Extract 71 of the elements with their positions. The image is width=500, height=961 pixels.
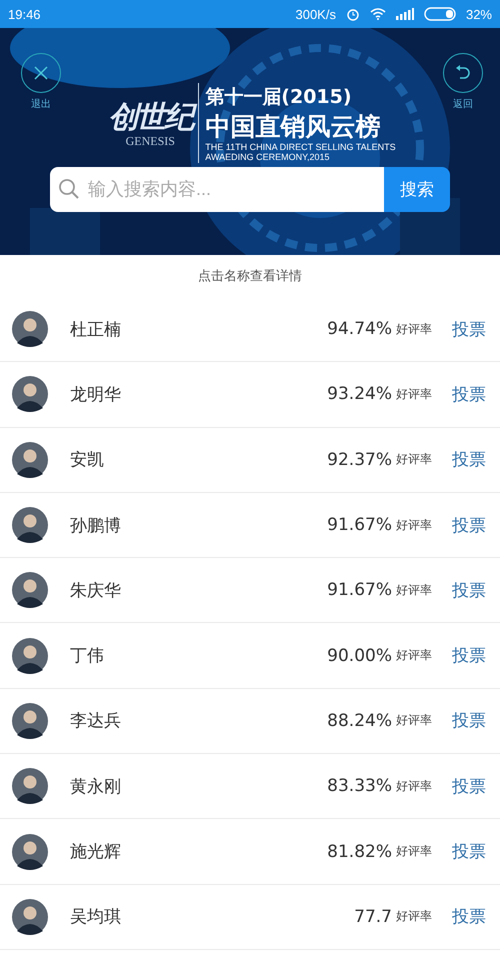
avatar bbox=[12, 572, 48, 608]
avatar bbox=[12, 898, 48, 935]
person-name[interactable]: 吴均琪 bbox=[70, 905, 354, 928]
person-name[interactable]: 龙明华 bbox=[70, 382, 328, 406]
person-name[interactable]: 丁伟 bbox=[70, 644, 328, 668]
vote-button[interactable]: 投票 bbox=[452, 774, 486, 798]
rating-value: 90.00% bbox=[327, 646, 392, 666]
edition-title: 第十一届(2015) bbox=[205, 84, 353, 110]
rating-value: 91.67% bbox=[327, 515, 392, 536]
vote-button[interactable]: 投票 bbox=[452, 840, 486, 864]
alarm-icon bbox=[346, 7, 360, 21]
banner-subtitle: AWAEDING CEREMONY,2015 bbox=[205, 152, 330, 162]
vote-button[interactable]: 投票 bbox=[452, 448, 486, 472]
rating-value: 93.24% bbox=[327, 384, 392, 404]
close-icon bbox=[33, 65, 49, 81]
avatar bbox=[12, 376, 48, 412]
search-field[interactable]: 输入搜索内容... bbox=[50, 167, 384, 212]
avatar bbox=[12, 507, 48, 544]
search-icon bbox=[58, 178, 80, 200]
avatar bbox=[12, 311, 48, 348]
logo-subtitle: GENESIS bbox=[126, 134, 175, 149]
wifi-icon bbox=[370, 8, 386, 20]
battery-percent: 32% bbox=[466, 6, 492, 22]
rating-label: 好评率 bbox=[396, 516, 432, 534]
person-name[interactable]: 黄永刚 bbox=[70, 774, 328, 798]
battery-icon bbox=[424, 7, 456, 21]
rating-label: 好评率 bbox=[396, 320, 432, 338]
vote-button[interactable]: 投票 bbox=[452, 514, 486, 537]
rating-value: 92.37% bbox=[327, 450, 392, 470]
avatar bbox=[12, 442, 48, 478]
rating-label: 好评率 bbox=[396, 712, 432, 730]
person-name[interactable]: 李达兵 bbox=[70, 709, 328, 732]
avatar bbox=[12, 638, 48, 674]
close-button[interactable] bbox=[21, 53, 61, 93]
rating-label: 好评率 bbox=[396, 451, 432, 468]
status-time: 19:46 bbox=[8, 6, 41, 22]
avatar bbox=[12, 702, 48, 739]
avatar bbox=[12, 768, 48, 804]
person-name[interactable]: 杜正楠 bbox=[70, 318, 328, 341]
person-name[interactable]: 施光辉 bbox=[70, 840, 328, 864]
avatar bbox=[12, 834, 48, 870]
vote-button[interactable]: 投票 bbox=[452, 905, 486, 928]
rating-label: 好评率 bbox=[396, 647, 432, 664]
vote-button[interactable]: 投票 bbox=[452, 578, 486, 602]
search-button[interactable]: 搜索 bbox=[384, 167, 450, 212]
exit-label: 退出 bbox=[31, 98, 51, 111]
banner-title: 中国直销风云榜 bbox=[205, 110, 382, 143]
vote-button[interactable]: 投票 bbox=[452, 709, 486, 732]
vote-button[interactable]: 投票 bbox=[452, 644, 486, 668]
rating-label: 好评率 bbox=[396, 908, 432, 926]
rating-value: 94.74% bbox=[327, 319, 392, 340]
person-name[interactable]: 孙鹏博 bbox=[70, 514, 328, 537]
rating-value: 77.7 bbox=[354, 906, 392, 927]
rating-value: 88.24% bbox=[327, 710, 392, 731]
back-label: 返回 bbox=[453, 98, 473, 111]
rating-value: 91.67% bbox=[327, 580, 392, 600]
back-button[interactable] bbox=[443, 53, 483, 93]
rating-label: 好评率 bbox=[396, 582, 432, 599]
rating-value: 83.33% bbox=[327, 776, 392, 796]
vote-button[interactable]: 投票 bbox=[452, 382, 486, 406]
person-name[interactable]: 安凯 bbox=[70, 448, 328, 472]
rating-label: 好评率 bbox=[396, 843, 432, 860]
vote-button[interactable]: 投票 bbox=[452, 318, 486, 341]
network-speed: 300K/s bbox=[295, 6, 336, 22]
rating-label: 好评率 bbox=[396, 778, 432, 795]
hint-text: 点击名称查看详情 bbox=[197, 268, 303, 286]
rating-label: 好评率 bbox=[396, 386, 432, 403]
person-name[interactable]: 朱庆华 bbox=[70, 578, 328, 602]
signal-icon bbox=[396, 8, 414, 20]
rating-value: 81.82% bbox=[327, 842, 392, 862]
banner-subtitle: THE 11TH CHINA DIRECT SELLING TALENTS bbox=[205, 142, 396, 152]
